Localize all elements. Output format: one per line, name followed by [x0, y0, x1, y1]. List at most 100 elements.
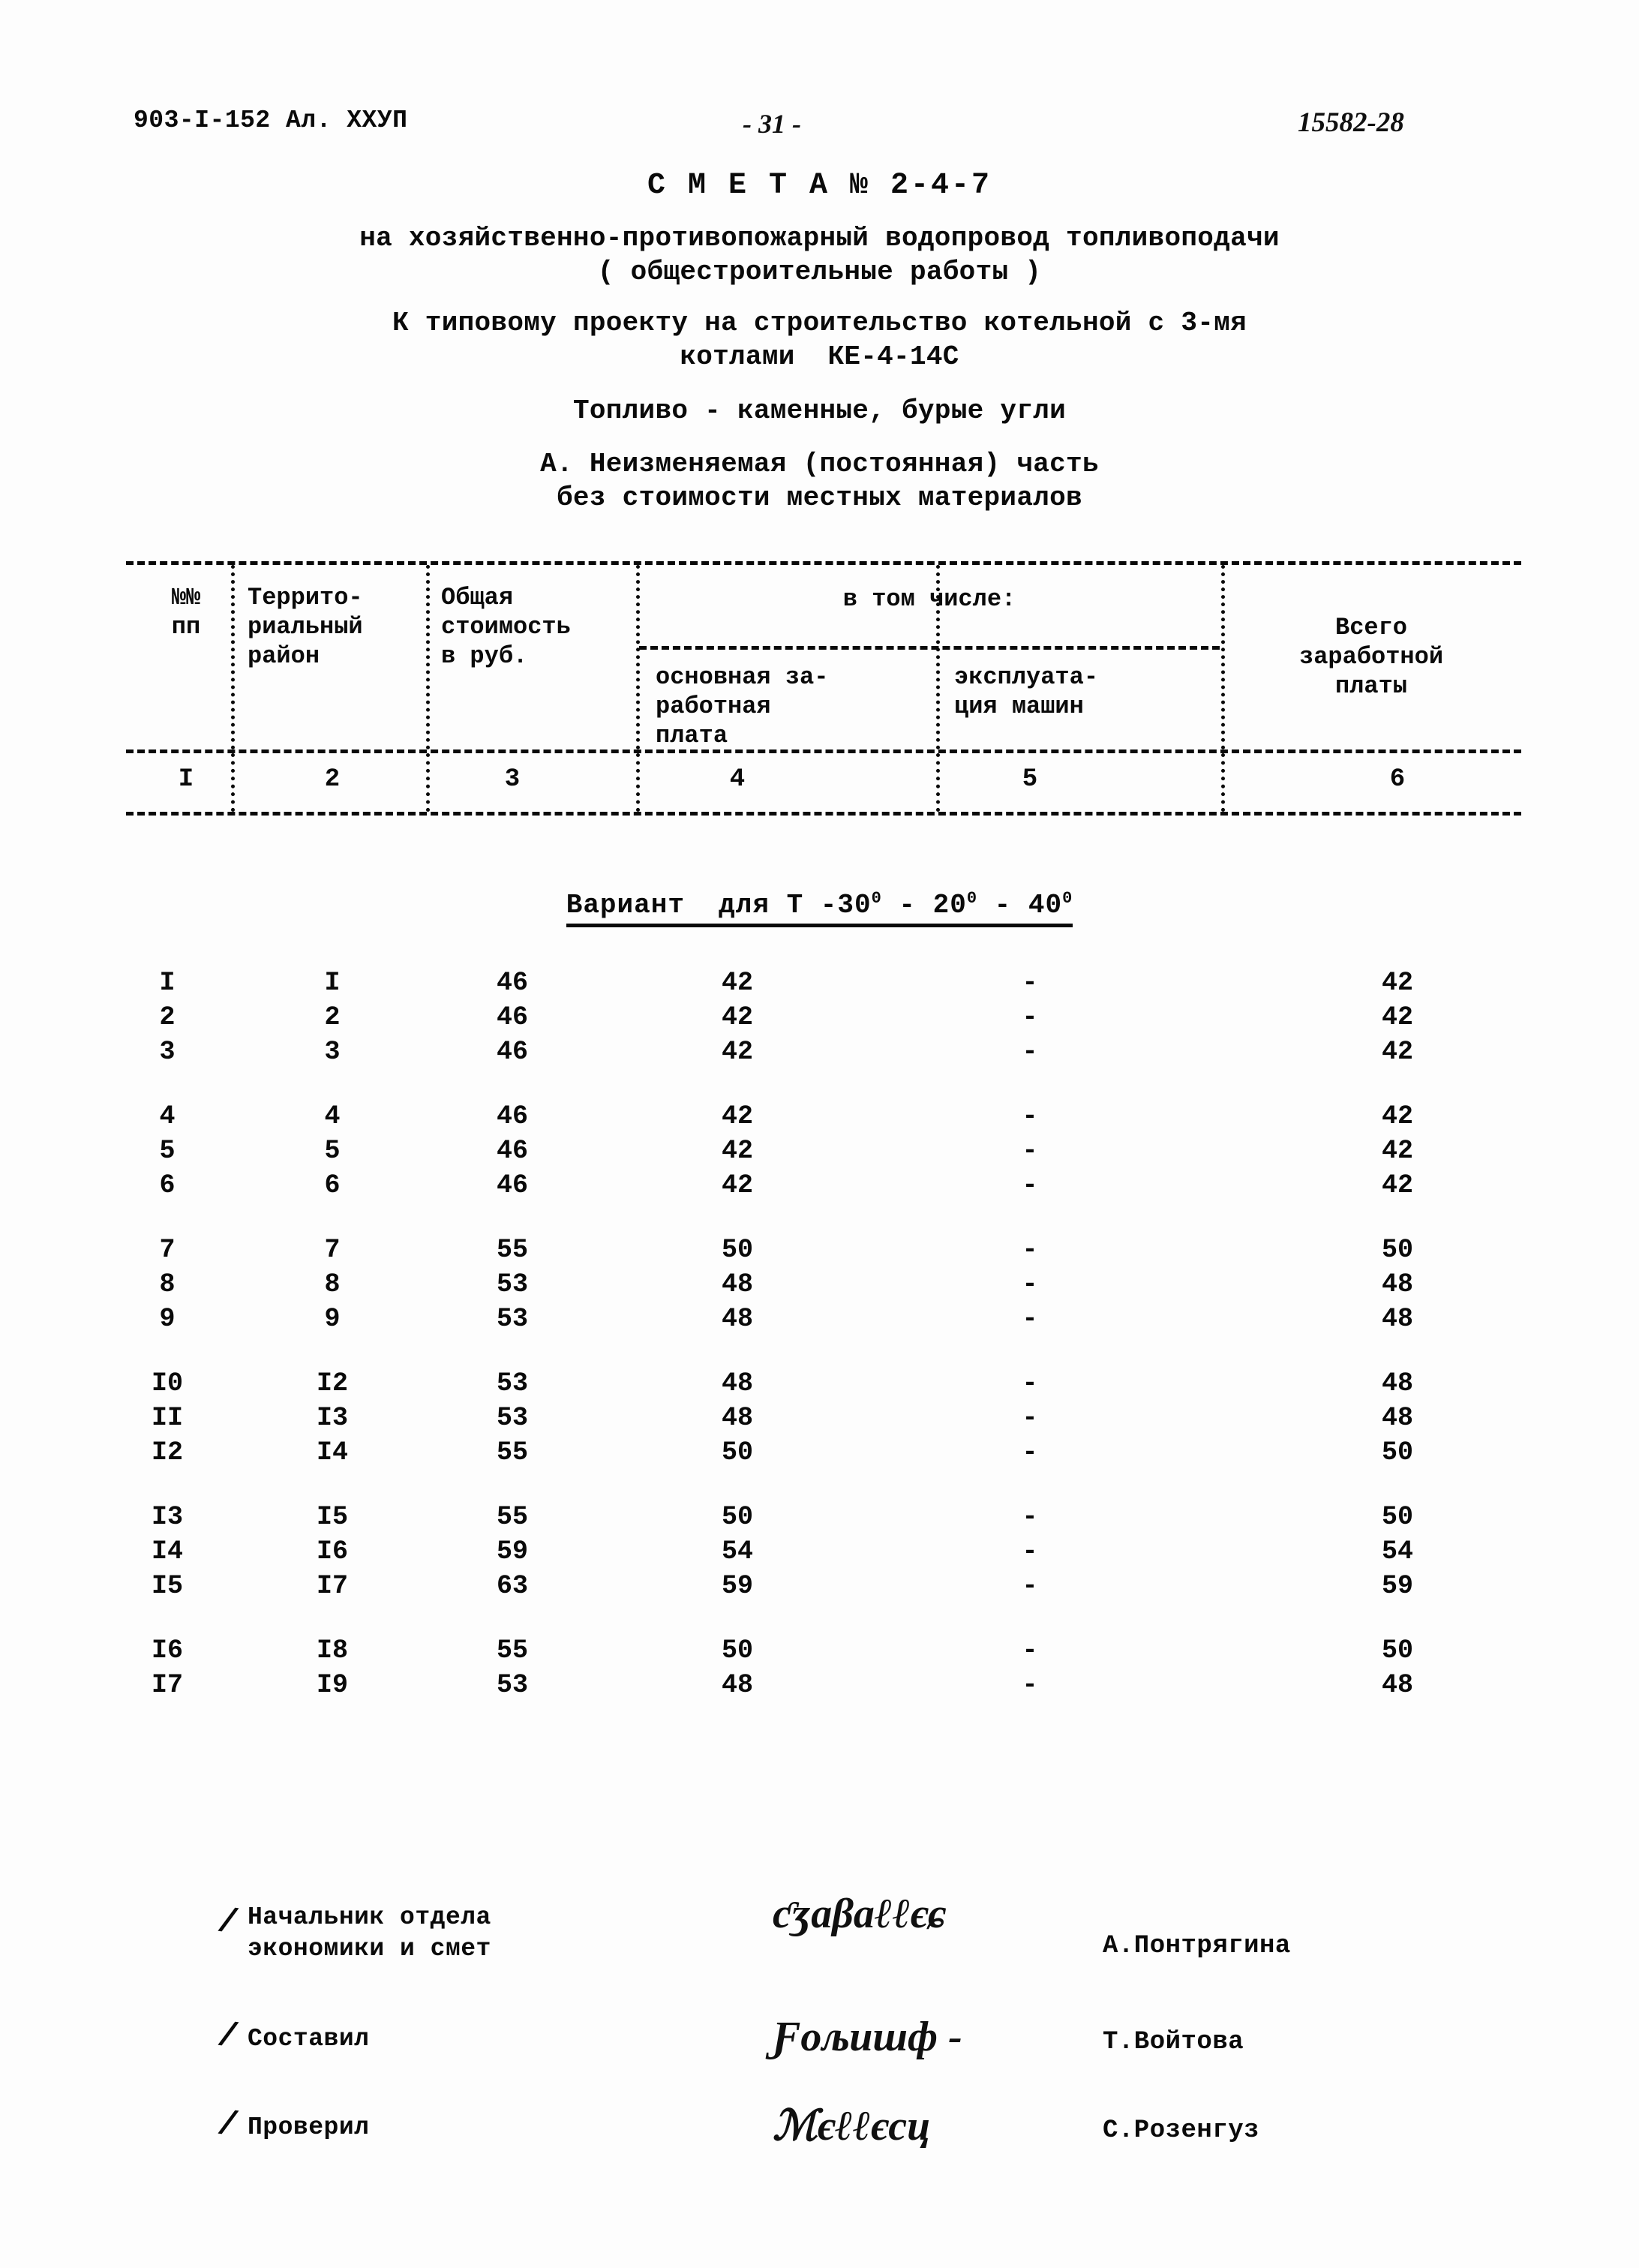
cell-region: 7: [324, 1235, 341, 1265]
estimate-rows: I I 46 42-42 2 2 46 42-42 3 3 46 42-42 4 4 46 42-42 5 5 46…: [126, 968, 1521, 1735]
table-bottom-border: [126, 812, 1521, 816]
cell-total-cost: 53: [496, 1304, 528, 1334]
slash-mark: /: [215, 2104, 242, 2146]
colnum-3: 3: [504, 765, 521, 794]
cell-basic-wage: 48: [721, 1368, 753, 1398]
cell-basic-wage: 42: [721, 1136, 753, 1166]
cell-machines: -: [1022, 1235, 1038, 1265]
page-header: 903-I-152 Ал. ХХУП - 31 - 15582-28: [0, 107, 1639, 152]
table-row: 4 4 46 42 - 42: [126, 1101, 1521, 1136]
cell-total-wage: 54: [1381, 1537, 1413, 1567]
cell-no: I5: [151, 1571, 183, 1601]
cell-machines: -: [1022, 1269, 1038, 1299]
table-row: 2 2 46 42 - 42: [126, 1002, 1521, 1037]
table-row: I5 I7 63 59 - 59: [126, 1571, 1521, 1606]
row-group: 7 7 55 50 - 50 8 8 53 48 - 48 9 9 53 48 - 48: [126, 1235, 1521, 1338]
cell-total-wage: 42: [1381, 1136, 1413, 1166]
cell-total-wage: 50: [1381, 1636, 1413, 1666]
cell-no: 7: [159, 1235, 176, 1265]
signature-role: Начальник отдела экономики и смет: [248, 1903, 491, 1963]
colnum-4: 4: [729, 765, 746, 794]
cell-machines: -: [1022, 1502, 1038, 1532]
cell-total-cost: 55: [496, 1437, 528, 1467]
page-title: С М Е Т А № 2-4-7: [647, 169, 992, 203]
page-number: - 31 -: [743, 109, 801, 139]
header-col-total-wage: Всего заработной платы: [1298, 614, 1444, 701]
cell-total-wage: 42: [1381, 968, 1413, 998]
colnum-1: I: [178, 765, 194, 794]
cell-basic-wage: 48: [721, 1304, 753, 1334]
cell-no: I7: [151, 1670, 183, 1700]
row-group: I3 I5 55 50 - 50 I4 I6 59 54 - 54 I5 I7 63 59 - 59: [126, 1502, 1521, 1606]
cell-total-wage: 42: [1381, 1002, 1413, 1032]
cell-basic-wage: 48: [721, 1269, 753, 1299]
cell-basic-wage: 50: [721, 1235, 753, 1265]
cell-total-cost: 55: [496, 1502, 528, 1532]
row-group: I I 46 42 - 42 2 2 46 42 - 42 3 3 46 42 - 42: [126, 968, 1521, 1071]
cell-region: I6: [316, 1537, 348, 1567]
cell-machines: -: [1022, 1002, 1038, 1032]
table-row: 8 8 53 48 - 48: [126, 1269, 1521, 1304]
cell-no: I0: [151, 1368, 183, 1398]
title-block: С М Е Т А № 2-4-7 на хозяйственно-против…: [0, 169, 1639, 514]
cell-total-cost: 55: [496, 1636, 528, 1666]
column-divider-1: [231, 565, 235, 749]
cell-basic-wage: 48: [721, 1670, 753, 1700]
signatory-name: С.Розенгуз: [1103, 2116, 1260, 2145]
cell-no: 5: [159, 1136, 176, 1166]
table-row: I3 I5 55 50 - 50: [126, 1502, 1521, 1537]
subtitle-project-2: котлами КЕ-4-14С: [680, 341, 959, 373]
cell-total-cost: 53: [496, 1269, 528, 1299]
cell-machines: -: [1022, 1304, 1038, 1334]
variant-caption: Вариант для Т -300 - 200 - 400: [566, 889, 1073, 928]
cell-no: 8: [159, 1269, 176, 1299]
cell-region: I5: [316, 1502, 348, 1532]
cell-machines: -: [1022, 1170, 1038, 1200]
cell-machines: -: [1022, 1403, 1038, 1433]
cell-region: I3: [316, 1403, 348, 1433]
cell-total-wage: 42: [1381, 1037, 1413, 1067]
cell-region: 4: [324, 1101, 341, 1131]
cell-basic-wage: 50: [721, 1636, 753, 1666]
cell-total-wage: 59: [1381, 1571, 1413, 1601]
cell-region: 9: [324, 1304, 341, 1334]
colnum-5: 5: [1022, 765, 1038, 794]
archive-code: 15582-28: [1298, 107, 1404, 138]
table-row: I7 I9 53 48 - 48: [126, 1670, 1521, 1705]
row-group: I6 I8 55 50 - 50 I7 I9 53 48 - 48: [126, 1636, 1521, 1705]
cell-region: I: [324, 968, 341, 998]
signature-row: / Составил Ƒољишф - Т.Войтова: [215, 2014, 1493, 2088]
header-col-no: №№ пп: [171, 584, 201, 641]
cell-total-wage: 48: [1381, 1269, 1413, 1299]
variant-degree-2: 0: [966, 889, 978, 908]
row-group: I0 I2 53 48 - 48 II I3 53 48 - 48 I2 I4 55 50 - 50: [126, 1368, 1521, 1472]
cell-total-cost: 63: [496, 1571, 528, 1601]
cell-no: II: [151, 1403, 183, 1433]
cell-no: I2: [151, 1437, 183, 1467]
variant-label: Вариант для Т -30: [566, 890, 872, 921]
table-row: 5 5 46 42 - 42: [126, 1136, 1521, 1170]
group-span-underline: [639, 646, 1220, 650]
cell-machines: -: [1022, 1571, 1038, 1601]
signatory-name: Т.Войтова: [1103, 2028, 1244, 2056]
header-col-total-cost: Общая стоимость в руб.: [441, 584, 571, 671]
cell-no: 2: [159, 1002, 176, 1032]
cell-no: I3: [151, 1502, 183, 1532]
header-group-including: в том числе:: [842, 585, 1016, 613]
cell-region: I7: [316, 1571, 348, 1601]
cell-total-wage: 50: [1381, 1235, 1413, 1265]
cell-machines: -: [1022, 1537, 1038, 1567]
cell-basic-wage: 42: [721, 1037, 753, 1067]
table-row: 6 6 46 42 - 42: [126, 1170, 1521, 1205]
subtitle-fuel: Топливо - каменные, бурые угли: [572, 395, 1067, 426]
cell-total-cost: 46: [496, 1136, 528, 1166]
signature-row: / Начальник отдела экономики и смет ƈʒɑβɑℓ…: [215, 1891, 1493, 1999]
cell-region: I2: [316, 1368, 348, 1398]
numrow-divider-1: [231, 753, 235, 812]
subtitle-subject: на хозяйственно-противопожарный водопров…: [359, 223, 1280, 254]
subtitle-works: ( общестроительные работы ): [597, 257, 1042, 288]
handwritten-signature: Ƒољишф -: [773, 2014, 962, 2060]
handwritten-signature: ℳєℓℓєсц: [773, 2103, 931, 2149]
header-col-machines: эксплуата- ция машин: [954, 663, 1099, 721]
cell-region: 2: [324, 1002, 341, 1032]
